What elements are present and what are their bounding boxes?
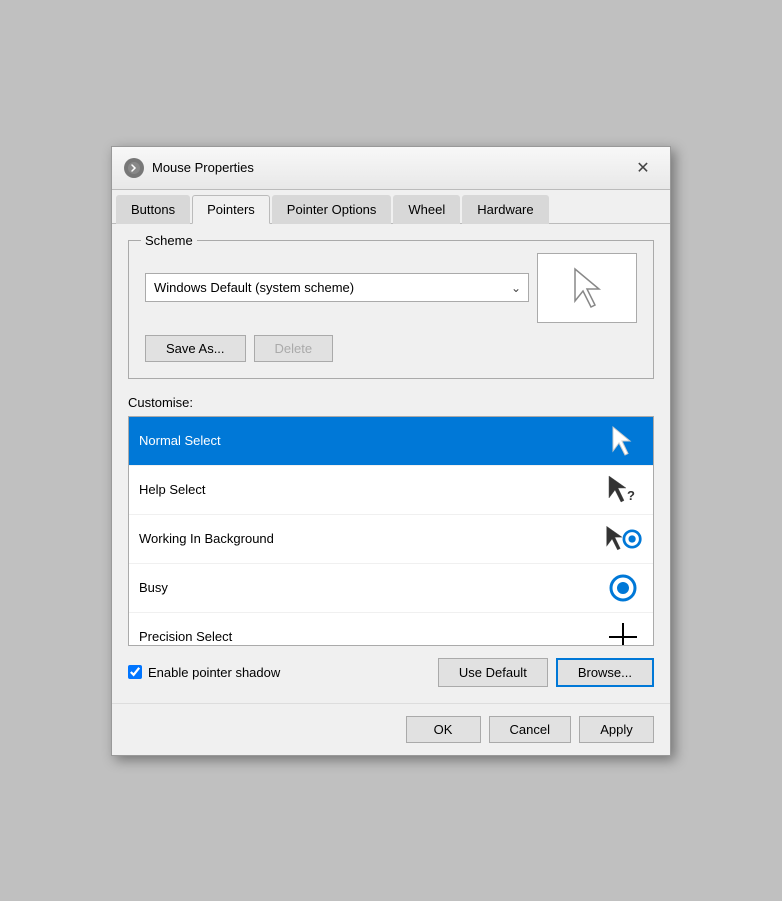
normal-select-icon (603, 425, 643, 457)
scheme-select-wrapper: Windows Default (system scheme) Windows … (145, 273, 529, 302)
list-item-busy[interactable]: Busy (129, 564, 653, 613)
scheme-group: Scheme Windows Default (system scheme) W… (128, 240, 654, 379)
preview-cursor-icon (567, 263, 607, 313)
list-item-help-select[interactable]: Help Select ? (129, 466, 653, 515)
scheme-buttons: Save As... Delete (145, 335, 637, 362)
save-as-button[interactable]: Save As... (145, 335, 246, 362)
svg-text:?: ? (627, 488, 635, 503)
tab-pointers[interactable]: Pointers (192, 195, 270, 224)
dialog-footer: OK Cancel Apply (112, 703, 670, 755)
apply-button[interactable]: Apply (579, 716, 654, 743)
list-item-label: Busy (139, 580, 168, 595)
scheme-row: Windows Default (system scheme) Windows … (145, 253, 637, 323)
cursor-preview (537, 253, 637, 323)
working-background-icon (603, 523, 643, 555)
mouse-properties-dialog: Mouse Properties ✕ Buttons Pointers Poin… (111, 146, 671, 756)
use-default-button[interactable]: Use Default (438, 658, 548, 687)
list-item-label: Help Select (139, 482, 205, 497)
scheme-select[interactable]: Windows Default (system scheme) Windows … (145, 273, 529, 302)
delete-button[interactable]: Delete (254, 335, 334, 362)
title-bar: Mouse Properties ✕ (112, 147, 670, 190)
close-button[interactable]: ✕ (628, 155, 658, 181)
busy-icon (603, 572, 643, 604)
list-item-label: Normal Select (139, 433, 221, 448)
scheme-legend: Scheme (141, 233, 197, 248)
tab-content: Scheme Windows Default (system scheme) W… (112, 224, 670, 703)
list-item-working-background[interactable]: Working In Background (129, 515, 653, 564)
tab-hardware[interactable]: Hardware (462, 195, 548, 224)
tab-pointer-options[interactable]: Pointer Options (272, 195, 392, 224)
dialog-title: Mouse Properties (152, 160, 628, 175)
bottom-section: Enable pointer shadow Use Default Browse… (128, 658, 654, 687)
tab-wheel[interactable]: Wheel (393, 195, 460, 224)
list-item-label: Working In Background (139, 531, 274, 546)
cursor-list[interactable]: Normal Select Help Select ? (128, 416, 654, 646)
tab-buttons[interactable]: Buttons (116, 195, 190, 224)
customise-label: Customise: (128, 395, 654, 410)
list-item-normal-select[interactable]: Normal Select (129, 417, 653, 466)
list-item-precision-select[interactable]: Precision Select (129, 613, 653, 646)
help-select-icon: ? (603, 474, 643, 506)
list-item-label: Precision Select (139, 629, 232, 644)
enable-shadow-checkbox[interactable] (128, 665, 142, 679)
tabs-container: Buttons Pointers Pointer Options Wheel H… (112, 190, 670, 224)
ok-button[interactable]: OK (406, 716, 481, 743)
dialog-icon (124, 158, 144, 178)
bottom-buttons: Use Default Browse... (438, 658, 654, 687)
enable-shadow-text: Enable pointer shadow (148, 665, 280, 680)
precision-select-icon (603, 621, 643, 646)
enable-shadow-label[interactable]: Enable pointer shadow (128, 665, 430, 680)
browse-button[interactable]: Browse... (556, 658, 654, 687)
cancel-button[interactable]: Cancel (489, 716, 571, 743)
